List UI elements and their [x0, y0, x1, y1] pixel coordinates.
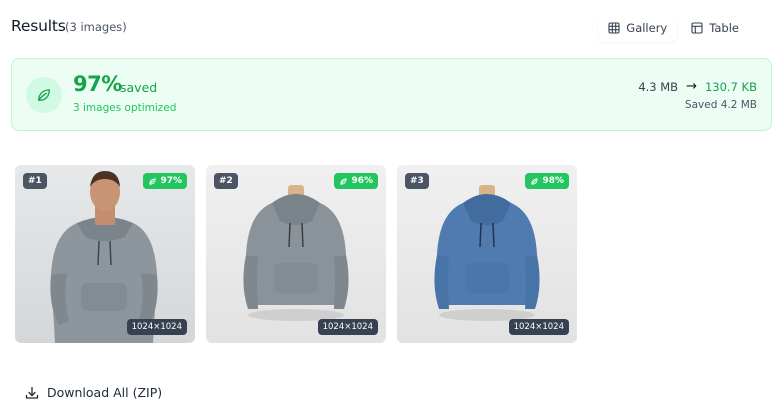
optimized-size: 130.7 KB — [704, 79, 757, 94]
blue-hoodie-image — [434, 185, 540, 321]
image-card[interactable]: #1 97% 1024×1024 — [15, 165, 195, 343]
table-icon — [691, 22, 703, 34]
leaf-icon — [38, 89, 50, 101]
reduction-value: 97% — [160, 176, 182, 186]
image-index-badge: #1 — [23, 173, 47, 189]
dimensions-badge: 1024×1024 — [508, 319, 569, 335]
reduction-value: 98% — [542, 176, 564, 186]
savings-percent: 97% — [73, 72, 122, 96]
gallery-view-button[interactable]: Gallery — [598, 14, 678, 42]
table-view-label: Table — [709, 21, 739, 35]
leaf-icon — [531, 177, 539, 185]
man-gray-hoodie-image — [50, 171, 158, 343]
size-comparison: 4.3 MB → 130.7 KB — [638, 79, 757, 94]
gray-hoodie-image — [243, 185, 349, 321]
arrow-right-icon: → — [686, 79, 697, 94]
savings-summary: 97% saved 3 images optimized 4.3 MB → 13… — [11, 58, 772, 131]
savings-label: saved — [120, 80, 158, 95]
image-index-badge: #2 — [214, 173, 238, 189]
image-gallery: #1 97% 1024×1024 #2 96% 1024×1024 #3 98%… — [15, 165, 577, 343]
gallery-view-label: Gallery — [626, 21, 668, 35]
reduction-badge: 98% — [525, 173, 569, 189]
leaf-icon — [340, 177, 348, 185]
page-title: Results — [11, 17, 66, 35]
dimensions-badge: 1024×1024 — [126, 319, 187, 335]
reduction-badge: 97% — [143, 173, 187, 189]
download-icon — [25, 386, 39, 399]
grid-icon — [608, 22, 620, 34]
image-index-badge: #3 — [405, 173, 429, 189]
image-card[interactable]: #3 98% 1024×1024 — [397, 165, 577, 343]
results-header: Results (3 images) Gallery Table — [11, 14, 779, 42]
original-size: 4.3 MB — [638, 79, 679, 94]
dimensions-badge: 1024×1024 — [317, 319, 378, 335]
reduction-value: 96% — [351, 176, 373, 186]
download-all-button[interactable]: Download All (ZIP) — [25, 385, 162, 400]
leaf-badge — [26, 77, 62, 113]
view-toggle: Gallery Table — [598, 14, 749, 42]
table-view-button[interactable]: Table — [681, 14, 749, 42]
image-card[interactable]: #2 96% 1024×1024 — [206, 165, 386, 343]
image-count: (3 images) — [65, 20, 127, 34]
leaf-icon — [149, 177, 157, 185]
download-all-label: Download All (ZIP) — [47, 385, 163, 400]
saved-amount: Saved 4.2 MB — [684, 99, 757, 111]
reduction-badge: 96% — [334, 173, 378, 189]
optimized-count: 3 images optimized — [73, 102, 177, 114]
